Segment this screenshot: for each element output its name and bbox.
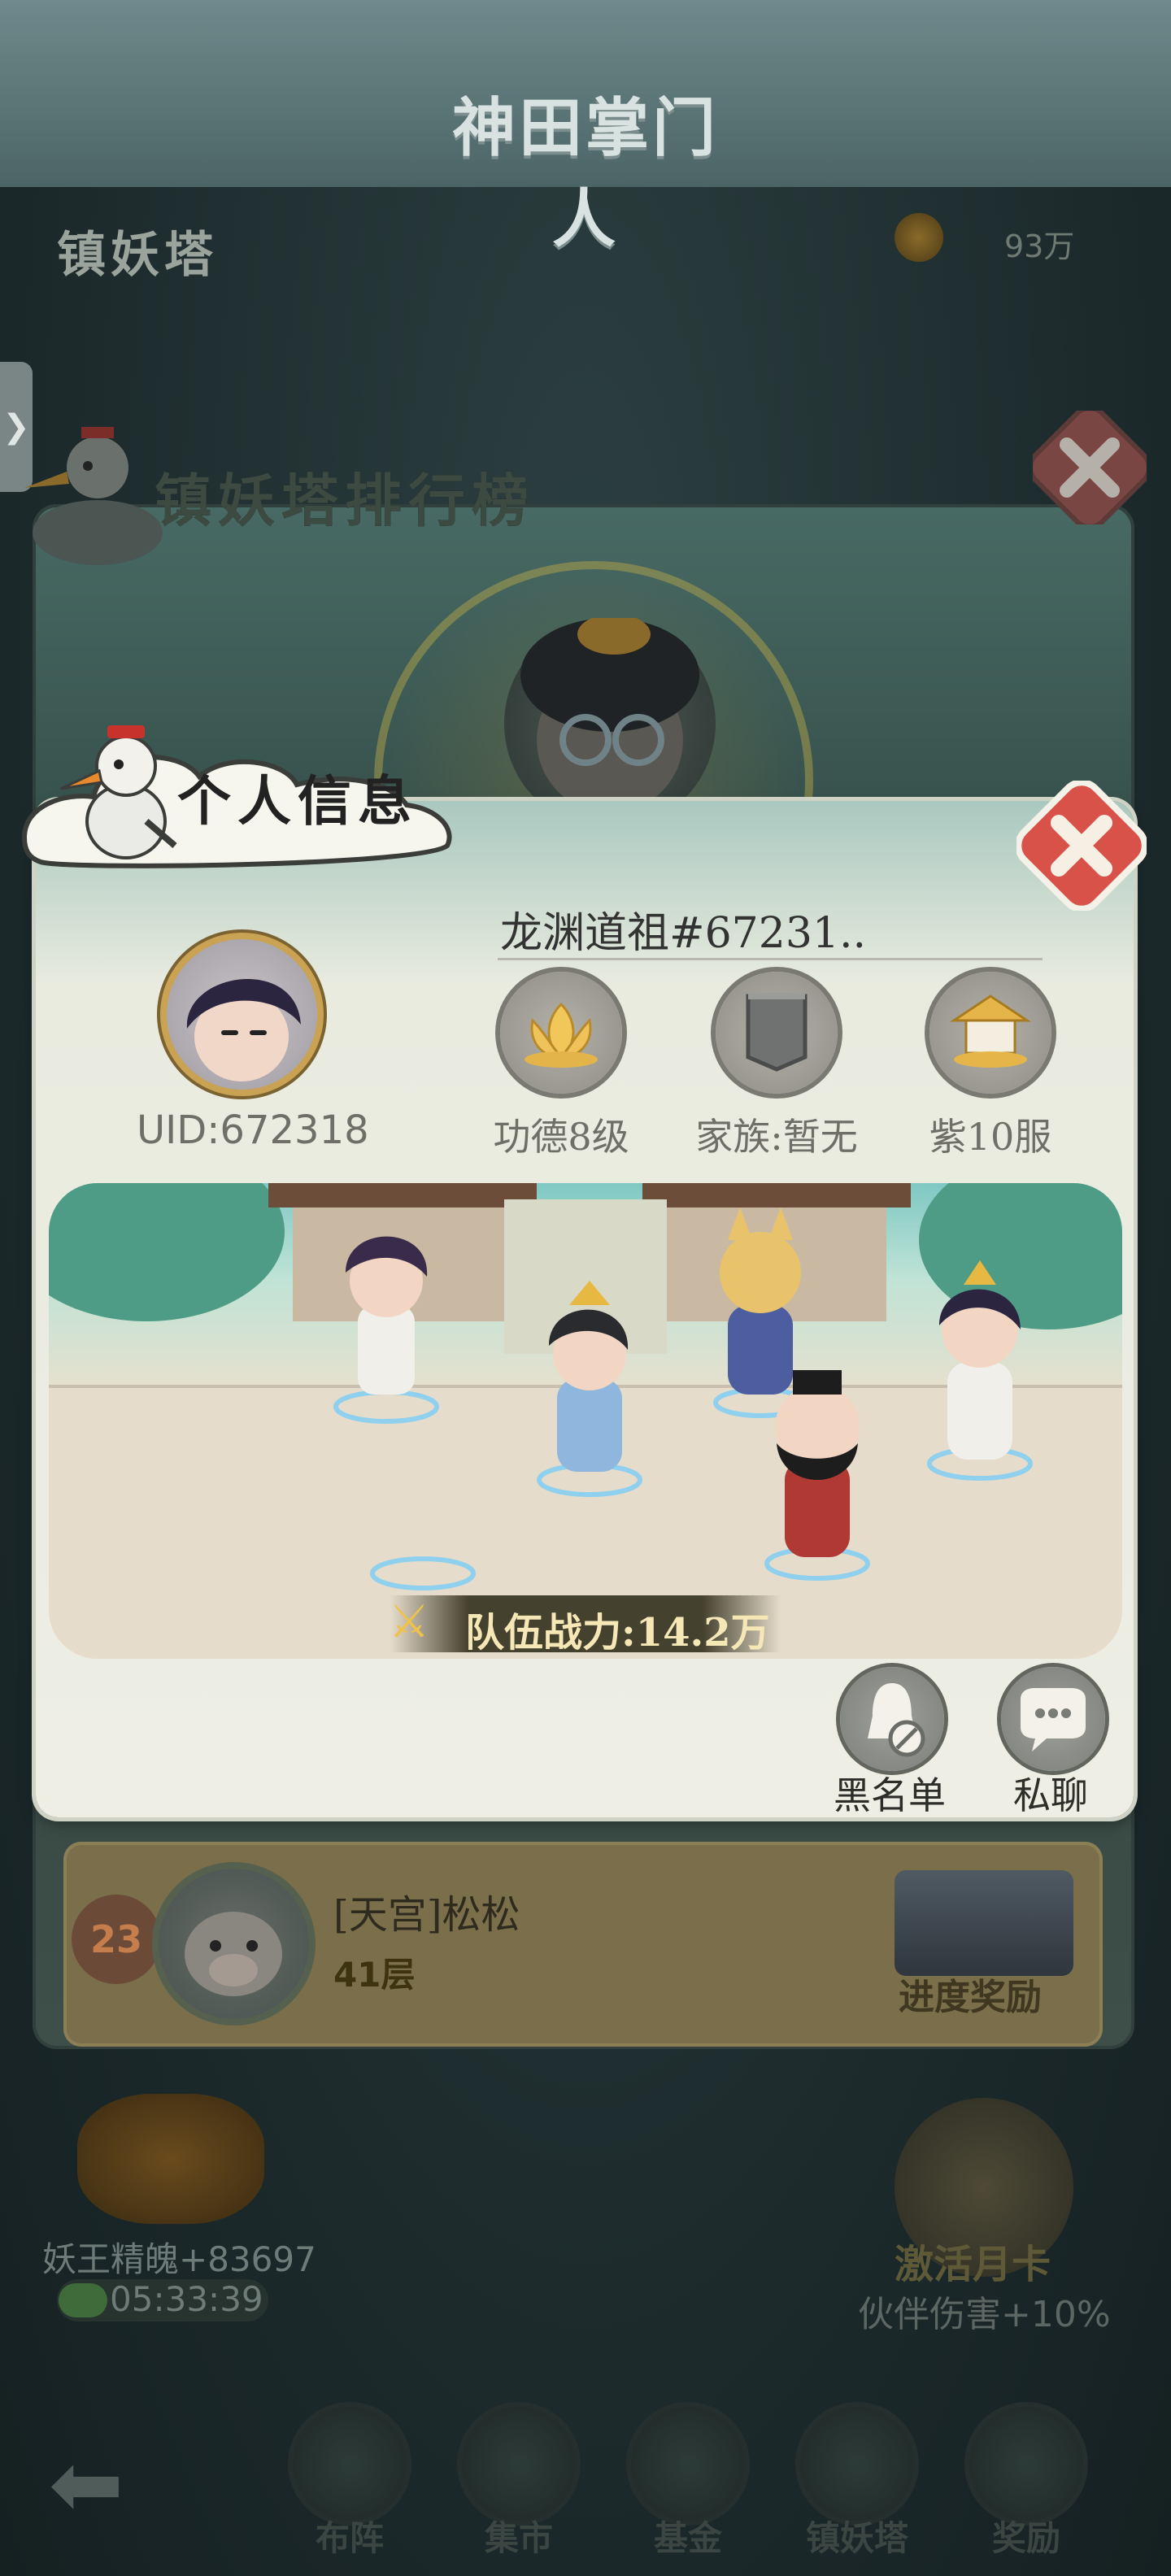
- rank-title: 镇妖塔排行榜: [155, 468, 535, 534]
- team-formation-scene: [49, 1183, 1122, 1659]
- rank-number-badge: 23: [72, 1895, 161, 1984]
- chat-bubble-icon: [1021, 1688, 1086, 1751]
- progress-reward-label[interactable]: 进度奖励: [899, 1968, 1042, 2020]
- server-name: 紫10服: [929, 1115, 1052, 1159]
- currency-value: 93万: [1004, 228, 1075, 264]
- formation-icon: [293, 2407, 407, 2521]
- reward-icon: [969, 2407, 1083, 2521]
- uid-label: UID:672318: [137, 1107, 369, 1153]
- player-name: 龙渊道祖#67231..: [500, 909, 867, 958]
- name-underline: [498, 958, 1043, 960]
- nav-label: 基金: [653, 2518, 722, 2558]
- nav-market[interactable]: 集市: [446, 2407, 592, 2561]
- blacklist-button[interactable]: [840, 1667, 944, 1771]
- month-card-bonus: 伙伴伤害+10%: [858, 2294, 1111, 2335]
- rank-close-button[interactable]: [1028, 406, 1151, 529]
- server-pavilion-icon: [929, 972, 1051, 1094]
- close-icon: [1015, 779, 1148, 912]
- crane-mascot-icon: [24, 402, 163, 565]
- game-logo: 神田掌门人: [451, 92, 719, 256]
- countdown-timer: 05:33:39: [110, 2279, 263, 2319]
- rank-player-name: [天宫]松松: [333, 1892, 520, 1938]
- nav-tower[interactable]: 镇妖塔: [784, 2407, 930, 2561]
- page-title: 镇妖塔: [57, 227, 218, 284]
- back-arrow-icon[interactable]: ⬅: [49, 2435, 171, 2533]
- blacklist-label[interactable]: 黑名单: [834, 1766, 946, 1820]
- rank-player-avatar: [159, 1869, 309, 2019]
- crossed-swords-icon: ⚔: [389, 1595, 430, 1648]
- nav-formation[interactable]: 布阵: [276, 2407, 423, 2561]
- nav-label: 镇妖塔: [805, 2518, 908, 2558]
- lotus-icon: [500, 972, 622, 1094]
- fund-icon: [631, 2407, 745, 2521]
- private-chat-label[interactable]: 私聊: [1013, 1766, 1088, 1820]
- timer-bar-fill: [59, 2283, 107, 2317]
- treasure-chest-icon[interactable]: [895, 1870, 1073, 1976]
- rank-top-avatar: [504, 614, 716, 829]
- blacklist-bell-icon: [868, 1683, 925, 1757]
- nav-label: 奖励: [991, 2518, 1060, 2558]
- clan-banner-icon[interactable]: [716, 972, 838, 1094]
- merit-level: 功德8级: [493, 1115, 629, 1159]
- crane-mascot-icon: [57, 707, 179, 862]
- rank-player-floor: 41层: [333, 1955, 416, 1995]
- currency-icon: [895, 213, 943, 262]
- dialog-title: 个人信息: [177, 769, 418, 833]
- close-icon: [1028, 406, 1151, 529]
- clan-info: 家族:暂无: [695, 1115, 858, 1159]
- nav-fund[interactable]: 基金: [615, 2407, 761, 2561]
- demon-essence-amount: 妖王精魄+83697: [42, 2239, 316, 2279]
- dialog-close-button[interactable]: [1015, 779, 1148, 912]
- tower-icon: [800, 2407, 914, 2521]
- player-avatar: [167, 939, 317, 1090]
- nav-label: 集市: [484, 2518, 553, 2558]
- nav-label: 布阵: [315, 2518, 384, 2558]
- team-power-value: 队伍战力:14.2万: [465, 1610, 770, 1656]
- private-chat-button[interactable]: [1001, 1667, 1105, 1771]
- market-icon: [462, 2407, 576, 2521]
- demon-essence-icon[interactable]: [77, 2094, 264, 2224]
- nav-rewards[interactable]: 奖励: [953, 2407, 1099, 2561]
- month-card-title[interactable]: 激活月卡: [895, 2232, 1051, 2289]
